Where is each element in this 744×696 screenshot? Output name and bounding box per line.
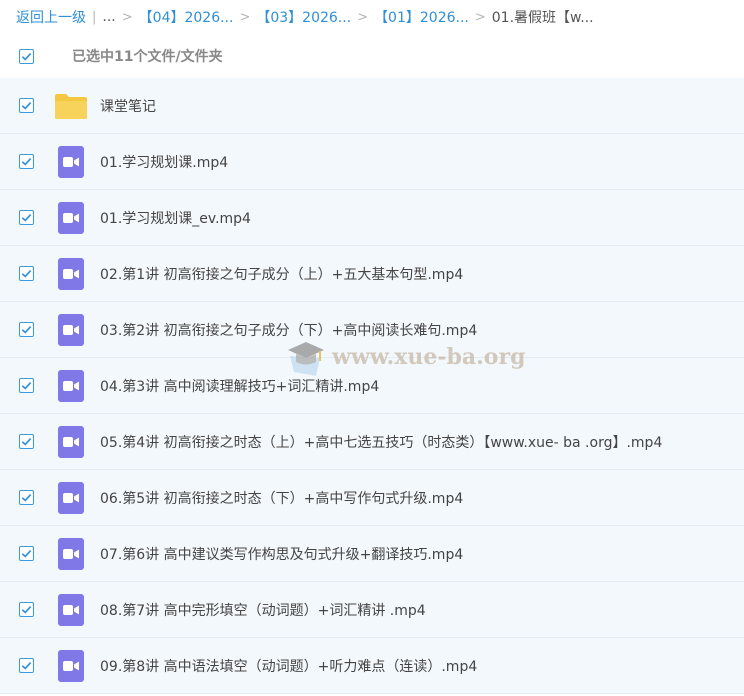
video-icon <box>58 593 84 626</box>
file-checkbox[interactable] <box>18 546 34 561</box>
file-checkbox[interactable] <box>18 154 34 169</box>
file-checkbox[interactable] <box>18 210 34 225</box>
breadcrumb-ellipsis: ... <box>102 9 116 25</box>
chevron-right-icon: > <box>474 9 486 25</box>
file-row[interactable]: 09.第8讲 高中语法填空（动词题）+听力难点（连读）.mp4 <box>0 638 744 694</box>
video-icon <box>58 145 84 178</box>
check-icon <box>21 52 31 61</box>
file-row[interactable]: 课堂笔记 <box>0 78 744 134</box>
file-row[interactable]: 08.第7讲 高中完形填空（动词题）+词汇精讲 .mp4 <box>0 582 744 638</box>
breadcrumb-item[interactable]: 【03】2026... <box>256 7 351 27</box>
file-checkbox[interactable] <box>18 602 34 617</box>
breadcrumb-current: 01.暑假班【w... <box>491 10 594 26</box>
check-icon <box>21 158 31 166</box>
file-list: 课堂笔记 01.学习规划课.mp4 01.学习规划课_ev.mp4 02.第1讲 初高… <box>0 78 744 694</box>
check-icon <box>21 382 31 390</box>
file-name[interactable]: 09.第8讲 高中语法填空（动词题）+听力难点（连读）.mp4 <box>100 656 477 676</box>
chevron-right-icon: > <box>357 9 369 25</box>
video-icon <box>58 425 84 458</box>
file-row[interactable]: 05.第4讲 初高衔接之时态（上）+高中七选五技巧（时态类）【www.xue- … <box>0 414 744 470</box>
folder-icon <box>55 93 87 119</box>
file-name[interactable]: 03.第2讲 初高衔接之句子成分（下）+高中阅读长难句.mp4 <box>100 320 477 340</box>
file-name[interactable]: 05.第4讲 初高衔接之时态（上）+高中七选五技巧（时态类）【www.xue- … <box>100 432 662 452</box>
video-icon <box>58 257 84 290</box>
file-checkbox[interactable] <box>18 98 34 113</box>
video-icon <box>58 201 84 234</box>
file-row[interactable]: 06.第5讲 初高衔接之时态（下）+高中写作句式升级.mp4 <box>0 470 744 526</box>
file-row[interactable]: 01.学习规划课.mp4 <box>0 134 744 190</box>
file-name[interactable]: 07.第6讲 高中建议类写作构思及句式升级+翻译技巧.mp4 <box>100 544 463 564</box>
file-name[interactable]: 06.第5讲 初高衔接之时态（下）+高中写作句式升级.mp4 <box>100 488 463 508</box>
video-icon <box>58 481 84 514</box>
video-icon <box>58 537 84 570</box>
video-icon <box>58 313 84 346</box>
breadcrumb-item[interactable]: 【04】2026... <box>139 7 234 27</box>
file-checkbox[interactable] <box>18 658 34 673</box>
file-row[interactable]: 01.学习规划课_ev.mp4 <box>0 190 744 246</box>
breadcrumb: 返回上一级 | ... > 【04】2026... > 【03】2026... … <box>0 0 744 34</box>
file-name[interactable]: 01.学习规划课.mp4 <box>100 152 228 172</box>
check-icon <box>21 606 31 614</box>
back-link[interactable]: 返回上一级 <box>16 7 86 27</box>
select-all-bar: 已选中11个文件/文件夹 <box>0 34 744 78</box>
check-icon <box>21 102 31 110</box>
check-icon <box>21 550 31 558</box>
selection-count-label: 已选中11个文件/文件夹 <box>72 49 223 65</box>
breadcrumb-item[interactable]: 【01】2026... <box>374 7 469 27</box>
check-icon <box>21 214 31 222</box>
file-checkbox[interactable] <box>18 490 34 505</box>
file-row[interactable]: 07.第6讲 高中建议类写作构思及句式升级+翻译技巧.mp4 <box>0 526 744 582</box>
file-checkbox[interactable] <box>18 434 34 449</box>
check-icon <box>21 270 31 278</box>
file-name[interactable]: 04.第3讲 高中阅读理解技巧+词汇精讲.mp4 <box>100 376 379 396</box>
breadcrumb-divider: | <box>92 9 97 25</box>
chevron-right-icon: > <box>121 9 133 25</box>
file-checkbox[interactable] <box>18 378 34 393</box>
file-row[interactable]: 03.第2讲 初高衔接之句子成分（下）+高中阅读长难句.mp4 <box>0 302 744 358</box>
check-icon <box>21 662 31 670</box>
video-icon <box>58 649 84 682</box>
file-checkbox[interactable] <box>18 322 34 337</box>
select-all-checkbox[interactable] <box>18 48 34 64</box>
file-name[interactable]: 08.第7讲 高中完形填空（动词题）+词汇精讲 .mp4 <box>100 600 426 620</box>
check-icon <box>21 494 31 502</box>
file-name[interactable]: 课堂笔记 <box>100 96 156 116</box>
video-icon <box>58 369 84 402</box>
file-checkbox[interactable] <box>18 266 34 281</box>
chevron-right-icon: > <box>239 9 251 25</box>
file-name[interactable]: 02.第1讲 初高衔接之句子成分（上）+五大基本句型.mp4 <box>100 264 463 284</box>
file-name[interactable]: 01.学习规划课_ev.mp4 <box>100 208 251 228</box>
check-icon <box>21 438 31 446</box>
check-icon <box>21 326 31 334</box>
file-row[interactable]: 02.第1讲 初高衔接之句子成分（上）+五大基本句型.mp4 <box>0 246 744 302</box>
file-row[interactable]: 04.第3讲 高中阅读理解技巧+词汇精讲.mp4 <box>0 358 744 414</box>
